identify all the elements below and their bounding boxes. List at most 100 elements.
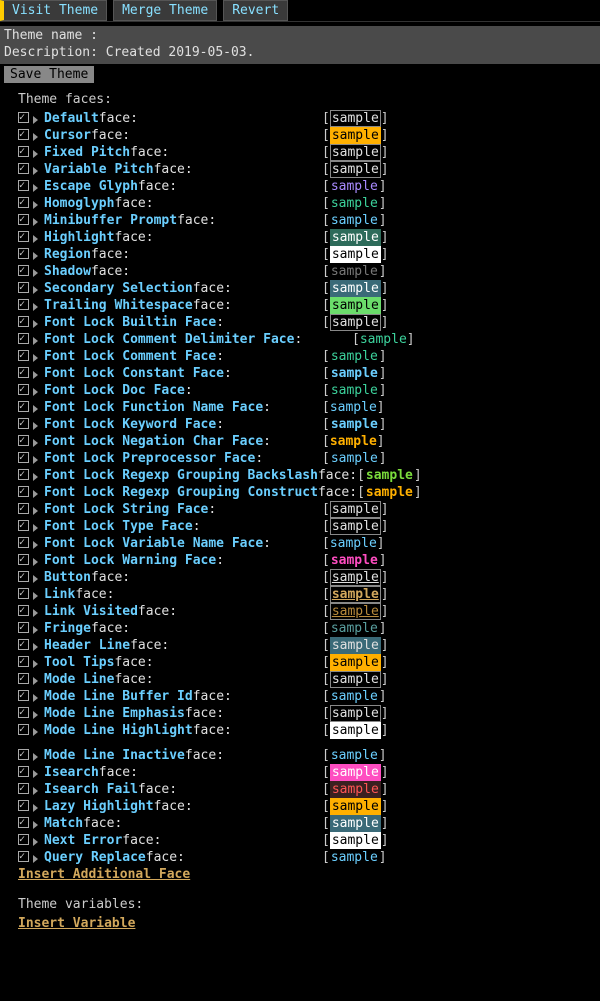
expand-icon[interactable] — [33, 558, 38, 566]
face-checkbox[interactable] — [18, 749, 29, 760]
face-checkbox[interactable] — [18, 452, 29, 463]
face-checkbox[interactable] — [18, 673, 29, 684]
face-checkbox[interactable] — [18, 800, 29, 811]
expand-icon[interactable] — [33, 218, 38, 226]
face-checkbox[interactable] — [18, 384, 29, 395]
expand-icon[interactable] — [33, 490, 38, 498]
expand-icon[interactable] — [33, 439, 38, 447]
face-checkbox[interactable] — [18, 282, 29, 293]
face-checkbox[interactable] — [18, 435, 29, 446]
save-theme-button[interactable]: Save Theme — [4, 66, 94, 83]
face-checkbox[interactable] — [18, 316, 29, 327]
expand-icon[interactable] — [33, 116, 38, 124]
expand-icon[interactable] — [33, 677, 38, 685]
face-checkbox[interactable] — [18, 146, 29, 157]
expand-icon[interactable] — [33, 694, 38, 702]
face-checkbox[interactable] — [18, 299, 29, 310]
expand-icon[interactable] — [33, 804, 38, 812]
revert-button[interactable]: Revert — [223, 0, 288, 21]
expand-icon[interactable] — [33, 711, 38, 719]
expand-icon[interactable] — [33, 184, 38, 192]
face-checkbox[interactable] — [18, 656, 29, 667]
face-checkbox[interactable] — [18, 214, 29, 225]
expand-icon[interactable] — [33, 753, 38, 761]
face-checkbox[interactable] — [18, 265, 29, 276]
expand-icon[interactable] — [33, 821, 38, 829]
expand-icon[interactable] — [33, 337, 38, 345]
expand-icon[interactable] — [33, 770, 38, 778]
face-checkbox[interactable] — [18, 350, 29, 361]
face-checkbox[interactable] — [18, 690, 29, 701]
expand-icon[interactable] — [33, 167, 38, 175]
expand-icon[interactable] — [33, 660, 38, 668]
face-suffix: : — [216, 553, 224, 570]
face-checkbox[interactable] — [18, 367, 29, 378]
expand-icon[interactable] — [33, 150, 38, 158]
expand-icon[interactable] — [33, 787, 38, 795]
expand-icon[interactable] — [33, 855, 38, 863]
face-checkbox[interactable] — [18, 248, 29, 259]
face-checkbox[interactable] — [18, 707, 29, 718]
face-checkbox[interactable] — [18, 112, 29, 123]
expand-icon[interactable] — [33, 354, 38, 362]
face-checkbox[interactable] — [18, 418, 29, 429]
merge-theme-button[interactable]: Merge Theme — [113, 0, 217, 21]
face-checkbox[interactable] — [18, 503, 29, 514]
face-row: Variable Pitch face:[sample] — [18, 162, 600, 179]
bracket-open: [ — [357, 468, 365, 483]
expand-icon[interactable] — [33, 609, 38, 617]
insert-variable-link[interactable]: Insert Variable — [18, 916, 135, 933]
expand-icon[interactable] — [33, 575, 38, 583]
face-checkbox[interactable] — [18, 231, 29, 242]
expand-icon[interactable] — [33, 269, 38, 277]
expand-icon[interactable] — [33, 626, 38, 634]
face-checkbox[interactable] — [18, 834, 29, 845]
face-checkbox[interactable] — [18, 639, 29, 650]
expand-icon[interactable] — [33, 303, 38, 311]
face-checkbox[interactable] — [18, 724, 29, 735]
visit-theme-button[interactable]: Visit Theme — [0, 0, 107, 21]
face-checkbox[interactable] — [18, 520, 29, 531]
theme-desc-value[interactable]: Created 2019-05-03. — [106, 45, 255, 60]
face-checkbox[interactable] — [18, 469, 29, 480]
expand-icon[interactable] — [33, 507, 38, 515]
face-checkbox[interactable] — [18, 129, 29, 140]
face-checkbox[interactable] — [18, 180, 29, 191]
expand-icon[interactable] — [33, 320, 38, 328]
face-checkbox[interactable] — [18, 851, 29, 862]
expand-icon[interactable] — [33, 456, 38, 464]
expand-icon[interactable] — [33, 405, 38, 413]
expand-icon[interactable] — [33, 838, 38, 846]
expand-icon[interactable] — [33, 524, 38, 532]
expand-icon[interactable] — [33, 235, 38, 243]
expand-icon[interactable] — [33, 133, 38, 141]
face-checkbox[interactable] — [18, 605, 29, 616]
expand-icon[interactable] — [33, 286, 38, 294]
expand-icon[interactable] — [33, 388, 38, 396]
face-checkbox[interactable] — [18, 588, 29, 599]
face-checkbox[interactable] — [18, 486, 29, 497]
face-checkbox[interactable] — [18, 622, 29, 633]
face-checkbox[interactable] — [18, 537, 29, 548]
expand-icon[interactable] — [33, 541, 38, 549]
expand-icon[interactable] — [33, 728, 38, 736]
face-checkbox[interactable] — [18, 783, 29, 794]
face-checkbox[interactable] — [18, 163, 29, 174]
face-checkbox[interactable] — [18, 554, 29, 565]
bracket-close: ] — [377, 400, 385, 415]
insert-face-link[interactable]: Insert Additional Face — [18, 867, 190, 884]
expand-icon[interactable] — [33, 473, 38, 481]
face-checkbox[interactable] — [18, 333, 29, 344]
expand-icon[interactable] — [33, 592, 38, 600]
expand-icon[interactable] — [33, 201, 38, 209]
face-checkbox[interactable] — [18, 571, 29, 582]
expand-icon[interactable] — [33, 643, 38, 651]
face-checkbox[interactable] — [18, 197, 29, 208]
expand-icon[interactable] — [33, 252, 38, 260]
face-checkbox[interactable] — [18, 766, 29, 777]
expand-icon[interactable] — [33, 371, 38, 379]
face-checkbox[interactable] — [18, 817, 29, 828]
face-checkbox[interactable] — [18, 401, 29, 412]
sample-text: sample — [330, 366, 379, 381]
expand-icon[interactable] — [33, 422, 38, 430]
